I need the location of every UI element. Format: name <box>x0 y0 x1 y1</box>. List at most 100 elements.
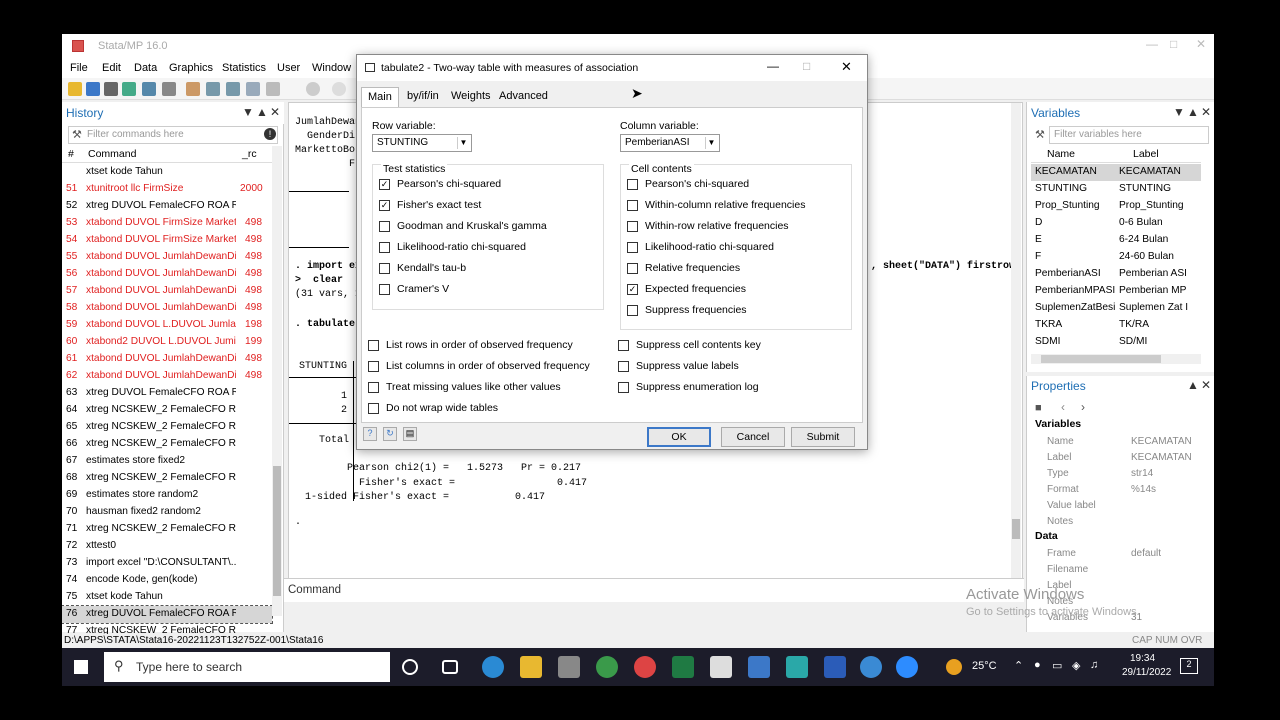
history-row[interactable]: 64 xtreg NCSKEW_2 FemaleCFO RO... <box>62 402 272 419</box>
menu-statistics[interactable]: Statistics <box>222 62 266 74</box>
col-name[interactable]: Name <box>1047 148 1075 160</box>
variable-row[interactable]: TKRA TK/RA <box>1031 317 1201 334</box>
data-editor-icon[interactable] <box>206 82 220 96</box>
history-row[interactable]: xtset kode Tahun <box>62 164 272 181</box>
cell-content-checkbox[interactable] <box>627 179 638 190</box>
test-statistic-checkbox[interactable]: ✓ <box>379 179 390 190</box>
pin-icon[interactable]: ▲ <box>1187 378 1199 392</box>
option-checkbox[interactable] <box>618 382 629 393</box>
print-icon[interactable] <box>104 82 118 96</box>
weather-icon[interactable] <box>946 659 962 675</box>
property-row[interactable]: Filename <box>1047 562 1197 578</box>
pin-icon[interactable]: ▲ <box>1187 105 1199 119</box>
menu-file[interactable]: File <box>70 62 88 74</box>
command-bar[interactable]: Command <box>284 578 1024 602</box>
history-row[interactable]: 67 estimates store fixed2 <box>62 453 272 470</box>
property-row[interactable]: Name KECAMATAN <box>1047 434 1197 450</box>
help-icon[interactable]: ? <box>363 427 377 441</box>
test-statistic-checkbox[interactable] <box>379 221 390 232</box>
props-variables-section[interactable]: Variables <box>1035 418 1081 430</box>
cell-content-checkbox[interactable] <box>627 305 638 316</box>
history-row[interactable]: 73 import excel "D:\CONSULTANT\... <box>62 555 272 572</box>
variables-manager-icon[interactable] <box>246 82 260 96</box>
variable-row[interactable]: STUNTING STUNTING <box>1031 181 1201 198</box>
variable-row[interactable]: E 6-24 Bulan <box>1031 232 1201 249</box>
property-row[interactable]: Value label <box>1047 498 1197 514</box>
property-row[interactable]: Type str14 <box>1047 466 1197 482</box>
tab-main[interactable]: Main <box>361 87 399 107</box>
history-filter-input[interactable]: Filter commands here <box>68 126 278 144</box>
menu-user[interactable]: User <box>277 62 300 74</box>
close-panel-icon[interactable]: ✕ <box>1201 105 1211 119</box>
stata-chart-icon[interactable] <box>786 656 808 678</box>
variables-hscroll-thumb[interactable] <box>1041 355 1161 363</box>
excel-icon[interactable] <box>672 656 694 678</box>
history-row[interactable]: 54 xtabond DUVOL FirmSize Market... 498 <box>62 232 272 249</box>
history-row[interactable]: 69 estimates store random2 <box>62 487 272 504</box>
chevron-down-icon[interactable]: ▼ <box>457 137 469 149</box>
clock-time[interactable]: 19:34 <box>1130 653 1155 664</box>
history-scroll-thumb[interactable] <box>273 466 281 596</box>
graph-icon[interactable] <box>162 82 176 96</box>
variable-row[interactable]: PemberianASI Pemberian ASI <box>1031 266 1201 283</box>
option-checkbox[interactable] <box>368 382 379 393</box>
history-row[interactable]: 59 xtabond DUVOL L.DUVOL Jumla... 198 <box>62 317 272 334</box>
cell-content-checkbox[interactable] <box>627 200 638 211</box>
dofile-editor-icon[interactable] <box>186 82 200 96</box>
variable-row[interactable]: KECAMATAN KECAMATAN <box>1031 164 1201 181</box>
option-checkbox[interactable] <box>618 361 629 372</box>
history-row[interactable]: 56 xtabond DUVOL JumlahDewanDi... 498 <box>62 266 272 283</box>
zoom-icon[interactable] <box>896 656 918 678</box>
variables-hscrollbar[interactable] <box>1031 354 1201 364</box>
variable-row[interactable]: D 0-6 Bulan <box>1031 215 1201 232</box>
dialog-close-icon[interactable]: ✕ <box>841 59 852 75</box>
more-icon[interactable] <box>266 82 280 96</box>
tray-chevron-icon[interactable]: ⌃ <box>1014 659 1023 672</box>
variable-row[interactable]: SDMI SD/MI <box>1031 334 1201 351</box>
history-row[interactable]: 62 xtabond DUVOL JumlahDewanDi... 498 <box>62 368 272 385</box>
history-row[interactable]: 72 xttest0 <box>62 538 272 555</box>
pls-icon[interactable] <box>860 656 882 678</box>
results-scrollbar[interactable] <box>1011 103 1021 581</box>
history-row[interactable]: 66 xtreg NCSKEW_2 FemaleCFO RO... <box>62 436 272 453</box>
history-row[interactable]: 70 hausman fixed2 random2 <box>62 504 272 521</box>
column-variable-combo[interactable]: PemberianASI ▼ <box>620 134 720 152</box>
open-icon[interactable] <box>68 82 82 96</box>
test-statistic-checkbox[interactable]: ✓ <box>379 200 390 211</box>
task-view-icon[interactable] <box>442 660 458 674</box>
filter-icon[interactable]: ▼ <box>1173 105 1185 119</box>
variable-row[interactable]: PemberianMPASI Pemberian MP <box>1031 283 1201 300</box>
test-statistic-checkbox[interactable] <box>379 242 390 253</box>
chrome-profile-icon[interactable] <box>634 656 656 678</box>
save-icon[interactable] <box>86 82 100 96</box>
col-rc[interactable]: _rc <box>242 148 257 160</box>
lock-icon[interactable]: ■ <box>1035 402 1042 414</box>
cortana-icon[interactable] <box>402 659 418 675</box>
property-row[interactable]: Format %14s <box>1047 482 1197 498</box>
tab-by-if-in[interactable]: by/if/in <box>401 87 445 107</box>
history-row[interactable]: 58 xtabond DUVOL JumlahDewanDi... 498 <box>62 300 272 317</box>
option-checkbox[interactable] <box>368 361 379 372</box>
history-row[interactable]: 65 xtreg NCSKEW_2 FemaleCFO RO... <box>62 419 272 436</box>
menu-window[interactable]: Window <box>312 62 351 74</box>
clear-more-icon[interactable] <box>306 82 320 96</box>
props-data-section[interactable]: Data <box>1035 530 1058 542</box>
pin-icon[interactable]: ▲ <box>256 105 268 119</box>
chevron-down-icon[interactable]: ▼ <box>705 137 717 149</box>
history-row[interactable]: 52 xtreg DUVOL FemaleCFO ROA R... <box>62 198 272 215</box>
notification-icon[interactable]: 2 <box>1180 658 1198 674</box>
word-icon[interactable] <box>824 656 846 678</box>
history-row[interactable]: 60 xtabond2 DUVOL L.DUVOL Jumi... 199 <box>62 334 272 351</box>
property-row[interactable]: Notes <box>1047 514 1197 530</box>
history-row[interactable]: 51 xtunitroot llc FirmSize 2000 <box>62 181 272 198</box>
volume-icon[interactable]: ♫ <box>1090 659 1098 671</box>
col-label[interactable]: Label <box>1133 148 1159 160</box>
test-statistic-checkbox[interactable] <box>379 263 390 274</box>
cell-content-checkbox[interactable] <box>627 263 638 274</box>
history-row[interactable]: 74 encode Kode, gen(kode) <box>62 572 272 589</box>
history-row[interactable]: 75 xtset kode Tahun <box>62 589 272 606</box>
history-row[interactable]: 55 xtabond DUVOL JumlahDewanDi... 498 <box>62 249 272 266</box>
history-row[interactable]: 76 xtreg DUVOL FemaleCFO ROA R... <box>62 605 273 624</box>
data-browser-icon[interactable] <box>226 82 240 96</box>
minimize-icon[interactable]: — <box>1146 37 1158 51</box>
